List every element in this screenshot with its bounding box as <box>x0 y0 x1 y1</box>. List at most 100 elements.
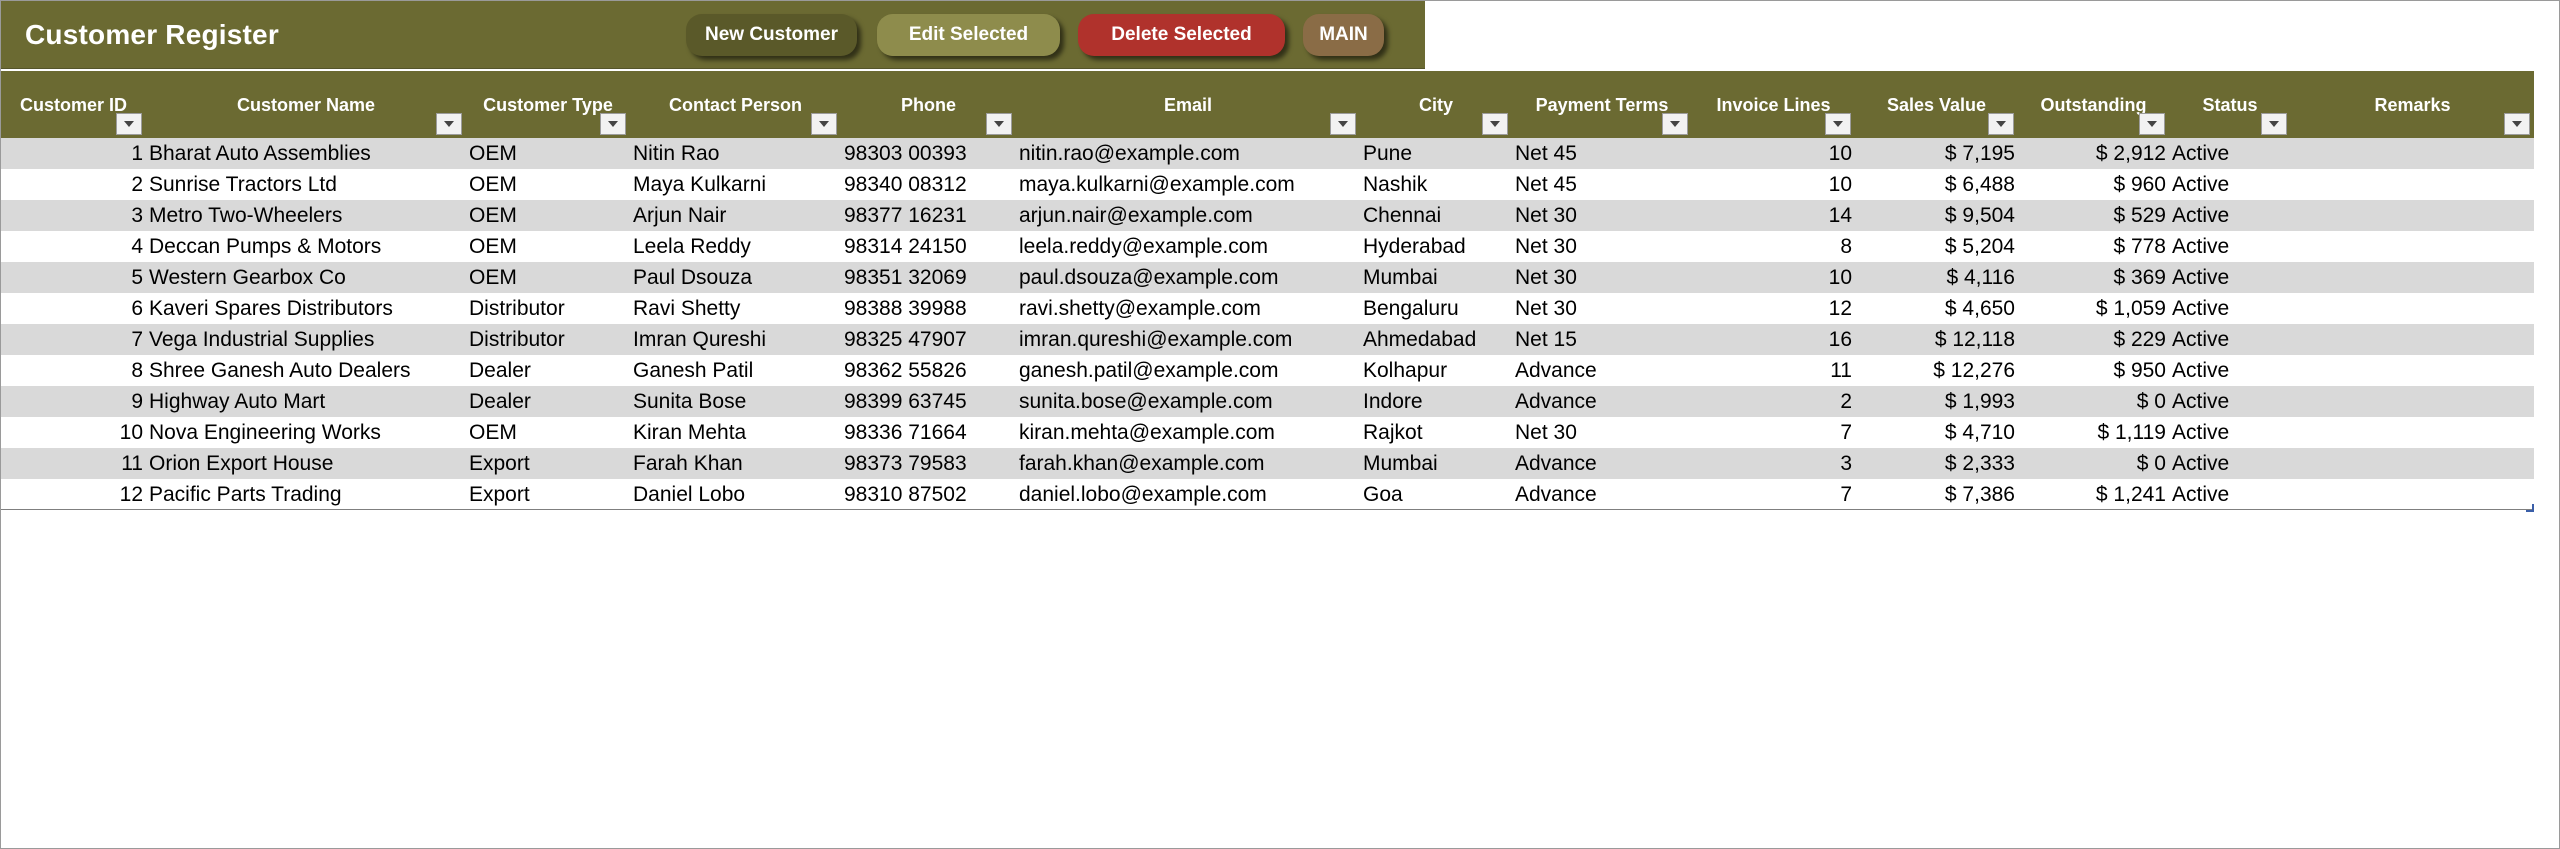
table-cell[interactable]: $ 1,241 <box>2018 479 2169 510</box>
filter-dropdown-icon[interactable] <box>436 113 462 135</box>
table-cell[interactable]: 98314 24150 <box>841 231 1016 262</box>
table-cell[interactable]: $ 2,333 <box>1855 448 2018 479</box>
column-header[interactable]: City <box>1360 71 1512 138</box>
table-cell[interactable] <box>2291 355 2534 386</box>
table-cell[interactable]: Advance <box>1512 448 1692 479</box>
table-cell[interactable]: 9 <box>1 386 146 417</box>
table-row[interactable]: 6 Kaveri Spares Distributors Distributor Ra… <box>1 293 2534 324</box>
table-cell[interactable]: Shree Ganesh Auto Dealers <box>146 355 466 386</box>
table-cell[interactable]: OEM <box>466 138 630 169</box>
table-cell[interactable]: Kolhapur <box>1360 355 1512 386</box>
column-header[interactable]: Customer Type <box>466 71 630 138</box>
table-cell[interactable]: 12 <box>1692 293 1855 324</box>
table-cell[interactable]: Ravi Shetty <box>630 293 841 324</box>
table-cell[interactable]: 2 <box>1 169 146 200</box>
table-cell[interactable]: OEM <box>466 417 630 448</box>
filter-dropdown-icon[interactable] <box>600 113 626 135</box>
filter-dropdown-icon[interactable] <box>1662 113 1688 135</box>
main-button[interactable]: MAIN <box>1303 14 1384 56</box>
table-row[interactable]: 1 Bharat Auto Assemblies OEM Nitin Rao 98303… <box>1 138 2534 169</box>
table-cell[interactable]: 10 <box>1692 138 1855 169</box>
table-cell[interactable]: 98362 55826 <box>841 355 1016 386</box>
table-cell[interactable]: $ 1,059 <box>2018 293 2169 324</box>
table-cell[interactable]: Orion Export House <box>146 448 466 479</box>
filter-dropdown-icon[interactable] <box>1988 113 2014 135</box>
table-cell[interactable]: Active <box>2169 262 2291 293</box>
table-cell[interactable]: Net 30 <box>1512 200 1692 231</box>
table-cell[interactable]: Kiran Mehta <box>630 417 841 448</box>
table-cell[interactable]: Chennai <box>1360 200 1512 231</box>
table-row[interactable]: 8 Shree Ganesh Auto Dealers Dealer Ganesh P… <box>1 355 2534 386</box>
table-cell[interactable]: Bharat Auto Assemblies <box>146 138 466 169</box>
table-cell[interactable]: Distributor <box>466 293 630 324</box>
table-cell[interactable]: Highway Auto Mart <box>146 386 466 417</box>
table-cell[interactable] <box>2291 231 2534 262</box>
table-cell[interactable]: Advance <box>1512 479 1692 510</box>
table-cell[interactable]: 3 <box>1 200 146 231</box>
table-cell[interactable]: Export <box>466 479 630 510</box>
table-cell[interactable]: Sunita Bose <box>630 386 841 417</box>
column-header[interactable]: Status <box>2169 71 2291 138</box>
table-cell[interactable] <box>2291 448 2534 479</box>
table-cell[interactable]: Dealer <box>466 386 630 417</box>
table-cell[interactable]: Indore <box>1360 386 1512 417</box>
table-cell[interactable]: 3 <box>1692 448 1855 479</box>
table-cell[interactable]: Active <box>2169 231 2291 262</box>
table-cell[interactable]: Active <box>2169 324 2291 355</box>
filter-dropdown-icon[interactable] <box>2261 113 2287 135</box>
table-cell[interactable]: Rajkot <box>1360 417 1512 448</box>
table-cell[interactable]: 2 <box>1692 386 1855 417</box>
table-cell[interactable]: 98399 63745 <box>841 386 1016 417</box>
table-cell[interactable] <box>2291 200 2534 231</box>
column-header[interactable]: Sales Value <box>1855 71 2018 138</box>
table-row[interactable]: 7 Vega Industrial Supplies Distributor Imra… <box>1 324 2534 355</box>
table-cell[interactable]: Kaveri Spares Distributors <box>146 293 466 324</box>
table-cell[interactable]: 7 <box>1692 417 1855 448</box>
table-cell[interactable]: 5 <box>1 262 146 293</box>
table-cell[interactable]: Active <box>2169 355 2291 386</box>
table-cell[interactable]: Net 30 <box>1512 293 1692 324</box>
filter-dropdown-icon[interactable] <box>986 113 1012 135</box>
table-cell[interactable]: daniel.lobo@example.com <box>1016 479 1360 510</box>
table-cell[interactable] <box>2291 169 2534 200</box>
table-cell[interactable]: Paul Dsouza <box>630 262 841 293</box>
table-cell[interactable]: Net 30 <box>1512 417 1692 448</box>
table-cell[interactable]: Advance <box>1512 355 1692 386</box>
table-cell[interactable]: 98336 71664 <box>841 417 1016 448</box>
table-cell[interactable]: Maya Kulkarni <box>630 169 841 200</box>
table-cell[interactable]: 10 <box>1 417 146 448</box>
table-cell[interactable]: Active <box>2169 200 2291 231</box>
table-cell[interactable]: Active <box>2169 169 2291 200</box>
table-cell[interactable]: 14 <box>1692 200 1855 231</box>
table-cell[interactable]: OEM <box>466 231 630 262</box>
table-cell[interactable]: Net 45 <box>1512 138 1692 169</box>
table-cell[interactable]: 4 <box>1 231 146 262</box>
table-cell[interactable]: $ 7,195 <box>1855 138 2018 169</box>
filter-dropdown-icon[interactable] <box>1825 113 1851 135</box>
column-header[interactable]: Contact Person <box>630 71 841 138</box>
table-cell[interactable]: Active <box>2169 386 2291 417</box>
table-cell[interactable]: Bengaluru <box>1360 293 1512 324</box>
table-cell[interactable]: $ 950 <box>2018 355 2169 386</box>
table-cell[interactable]: ravi.shetty@example.com <box>1016 293 1360 324</box>
table-cell[interactable]: Nova Engineering Works <box>146 417 466 448</box>
table-cell[interactable]: Vega Industrial Supplies <box>146 324 466 355</box>
table-cell[interactable] <box>2291 262 2534 293</box>
column-header[interactable]: Customer ID <box>1 71 146 138</box>
table-cell[interactable]: OEM <box>466 262 630 293</box>
table-cell[interactable]: Active <box>2169 293 2291 324</box>
table-cell[interactable]: 98388 39988 <box>841 293 1016 324</box>
column-header[interactable]: Customer Name <box>146 71 466 138</box>
table-cell[interactable]: Net 45 <box>1512 169 1692 200</box>
edit-selected-button[interactable]: Edit Selected <box>877 14 1060 56</box>
table-cell[interactable]: kiran.mehta@example.com <box>1016 417 1360 448</box>
table-cell[interactable]: 7 <box>1 324 146 355</box>
filter-dropdown-icon[interactable] <box>1330 113 1356 135</box>
filter-dropdown-icon[interactable] <box>2139 113 2165 135</box>
table-cell[interactable]: OEM <box>466 169 630 200</box>
column-header[interactable]: Payment Terms <box>1512 71 1692 138</box>
column-header[interactable]: Phone <box>841 71 1016 138</box>
table-cell[interactable]: 10 <box>1692 262 1855 293</box>
table-row[interactable]: 3 Metro Two-Wheelers OEM Arjun Nair 98377 16… <box>1 200 2534 231</box>
table-cell[interactable]: 11 <box>1 448 146 479</box>
